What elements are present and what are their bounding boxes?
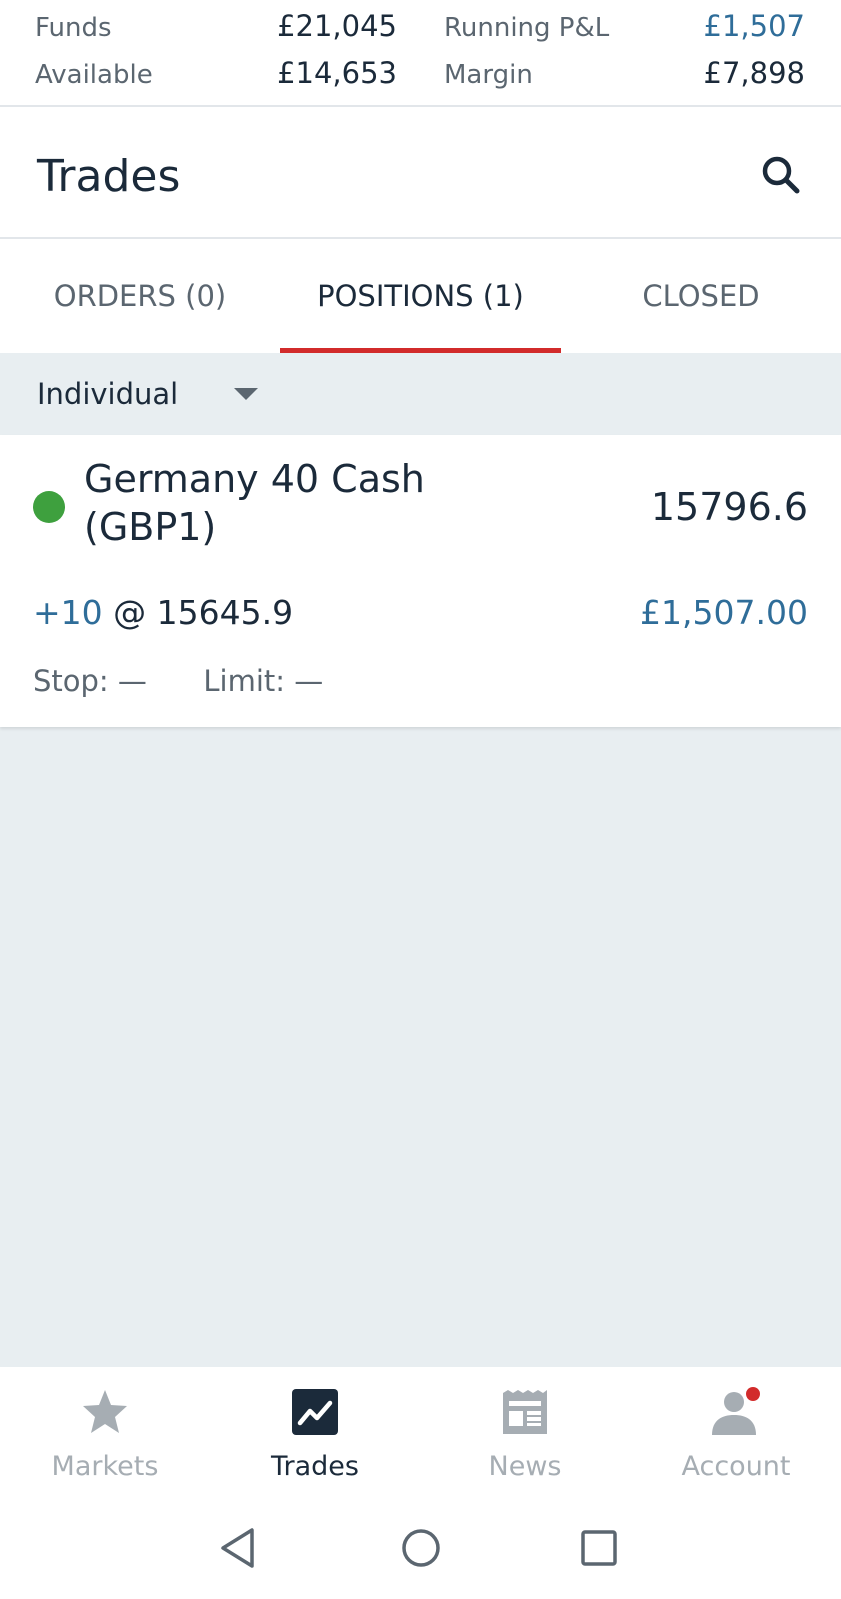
position-current-level: 15796.6 — [650, 485, 808, 529]
newspaper-icon — [503, 1390, 547, 1434]
back-triangle-icon — [221, 1528, 254, 1568]
position-market-name: Germany 40 Cash (GBP1) — [84, 457, 425, 549]
position-size: +10 @ 15645.9 — [33, 593, 293, 633]
system-recents-button[interactable] — [574, 1523, 624, 1573]
margin-label: Margin — [444, 60, 533, 90]
funds-summary: Funds £21,045 Available £14,653 Running … — [0, 0, 841, 107]
position-row[interactable]: Germany 40 Cash (GBP1) 15796.6 +10 @ 156… — [0, 435, 841, 727]
tab-orders-label: ORDERS (0) — [53, 279, 227, 313]
stop-value: — — [117, 664, 147, 698]
tab-closed-label: CLOSED — [642, 279, 760, 313]
page-title: Trades — [37, 151, 181, 202]
stop-limit-info: Stop: — Limit: — — [33, 663, 323, 699]
home-circle-icon — [402, 1529, 440, 1567]
account-icon — [712, 1387, 760, 1435]
system-home-button[interactable] — [396, 1523, 446, 1573]
funds-label: Funds — [35, 13, 112, 43]
market-status-dot — [33, 491, 65, 523]
running-pl-value: £1,507 — [703, 9, 805, 43]
tab-closed[interactable]: CLOSED — [561, 239, 841, 353]
bottom-navigation: Markets Trades News Account — [0, 1367, 841, 1497]
position-quantity: +10 — [33, 593, 103, 632]
tab-orders[interactable]: ORDERS (0) — [0, 239, 280, 353]
trades-chart-icon — [292, 1389, 338, 1435]
nav-markets-label: Markets — [51, 1451, 159, 1482]
grouping-dropdown[interactable]: Individual — [37, 372, 259, 416]
stop-label: Stop: — [33, 664, 109, 698]
nav-news-label: News — [488, 1451, 562, 1482]
tab-positions-label: POSITIONS (1) — [317, 279, 524, 313]
available-label: Available — [35, 60, 153, 90]
nav-account-label: Account — [681, 1451, 791, 1482]
system-back-button[interactable] — [214, 1523, 264, 1573]
nav-trades[interactable]: Trades — [210, 1367, 420, 1497]
position-filter-bar: Individual — [0, 353, 841, 435]
limit-label: Limit: — [203, 664, 286, 698]
funds-value: £21,045 — [277, 9, 397, 43]
margin-value: £7,898 — [703, 56, 805, 90]
search-icon — [762, 156, 800, 194]
recents-square-icon — [581, 1530, 617, 1566]
position-at-sign: @ — [113, 593, 147, 632]
page-header: Trades — [0, 107, 841, 239]
system-navigation-bar — [0, 1497, 841, 1599]
nav-news[interactable]: News — [420, 1367, 630, 1497]
nav-trades-label: Trades — [271, 1451, 359, 1482]
notification-badge — [746, 1387, 760, 1401]
nav-markets[interactable]: Markets — [0, 1367, 210, 1497]
position-open-level: 15645.9 — [156, 593, 294, 632]
star-icon — [83, 1390, 127, 1433]
nav-account[interactable]: Account — [631, 1367, 841, 1497]
limit-value: — — [294, 664, 324, 698]
running-pl-label: Running P&L — [444, 13, 610, 43]
position-pnl: £1,507.00 — [640, 593, 808, 632]
grouping-dropdown-value: Individual — [37, 377, 179, 411]
tab-positions[interactable]: POSITIONS (1) — [280, 239, 561, 353]
available-value: £14,653 — [277, 56, 397, 90]
search-button[interactable] — [757, 151, 807, 201]
caret-down-icon — [234, 388, 259, 400]
trades-tabs: ORDERS (0) POSITIONS (1) CLOSED — [0, 239, 841, 353]
